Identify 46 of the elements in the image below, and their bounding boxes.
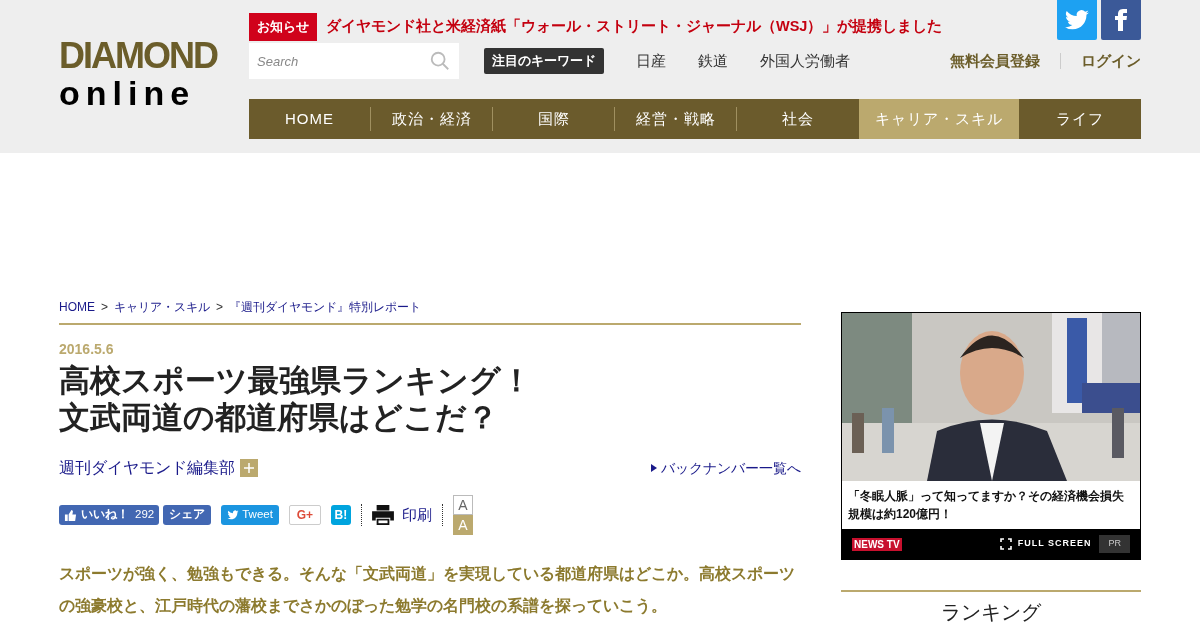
fullscreen-icon [999, 538, 1012, 550]
bird-icon [227, 509, 240, 521]
pr-label: PR [1099, 535, 1130, 553]
thumbs-up-icon [64, 508, 77, 522]
breadcrumb-link[interactable]: 『週刊ダイヤモンド』特別レポート [229, 298, 422, 316]
breadcrumb-separator: > [101, 299, 108, 316]
register-link[interactable]: 無料会員登録 [950, 49, 1040, 73]
nav-tab[interactable]: HOME [249, 99, 370, 139]
nav-tab[interactable]: 社会 [737, 99, 859, 139]
backnumber-link[interactable]: バックナンバー一覧へ [651, 457, 801, 479]
search-icon [429, 50, 451, 72]
like-button[interactable]: いいね！ 292 [59, 505, 160, 525]
nav-tab[interactable]: 国際 [493, 99, 614, 139]
gplus-button[interactable]: G+ [288, 505, 321, 525]
notice-badge: お知らせ [249, 13, 317, 41]
video-ad[interactable]: 「冬眠人脈」って知ってますか？その経済機会損失規模は約120億円！ NEWS TV FULL SCREEN PR [841, 312, 1141, 560]
lead-paragraph: スポーツが強く、勉強もできる。そんな「文武両道」を実現している都道府県はどこか。高校スポーツの強豪校と、江戸時代の藩校までさかのぼった勉学の名門校の系譜を探っていこう。 [59, 564, 796, 617]
twitter-button[interactable] [1057, 0, 1097, 40]
fullscreen-label[interactable]: FULL SCREEN [1017, 537, 1092, 551]
video-caption: 「冬眠人脈」って知ってますか？その経済機会損失規模は約120億円！ [847, 488, 1125, 523]
keyword-link[interactable]: 外国人労働者 [760, 49, 850, 73]
logo[interactable]: DIAMOND online [59, 38, 217, 110]
breadcrumb-link[interactable]: キャリア・スキル [114, 298, 210, 316]
keyword-link[interactable]: 日産 [636, 49, 666, 73]
ranking-heading: ランキング [941, 602, 1041, 622]
nav-tab[interactable]: ライフ [1019, 99, 1141, 139]
article-date: 2016.5.6 [59, 340, 115, 359]
share-button[interactable]: シェア [163, 505, 212, 525]
keyword-label: 注目のキーワード [484, 48, 604, 74]
search-field[interactable]: Search [249, 43, 459, 79]
font-size-button[interactable]: A [452, 495, 473, 515]
breadcrumb-link[interactable]: HOME [59, 298, 95, 316]
print-link[interactable]: 印刷 [371, 503, 432, 527]
login-link[interactable]: ログイン [1081, 49, 1141, 73]
facebook-button[interactable] [1101, 0, 1141, 40]
plus-icon[interactable] [240, 459, 258, 477]
keyword-link[interactable]: 鉄道 [698, 49, 728, 73]
article-title: 高校スポーツ最強県ランキング！ 文武両道の都道府県はどこだ？ [59, 362, 533, 436]
nav-tab[interactable]: 経営・戦略 [615, 99, 736, 139]
nav-tab[interactable]: 政治・経済 [371, 99, 492, 139]
brand-logo: NEWS TV [852, 537, 902, 551]
triangle-icon [651, 464, 657, 472]
author-link[interactable]: 週刊ダイヤモンド編集部 [59, 456, 235, 480]
breadcrumb-separator: > [216, 299, 224, 316]
notice-link[interactable]: ダイヤモンド社と米経済紙「ウォール・ストリート・ジャーナル（WSJ）」が提携しました [326, 16, 943, 38]
printer-icon [371, 505, 394, 525]
